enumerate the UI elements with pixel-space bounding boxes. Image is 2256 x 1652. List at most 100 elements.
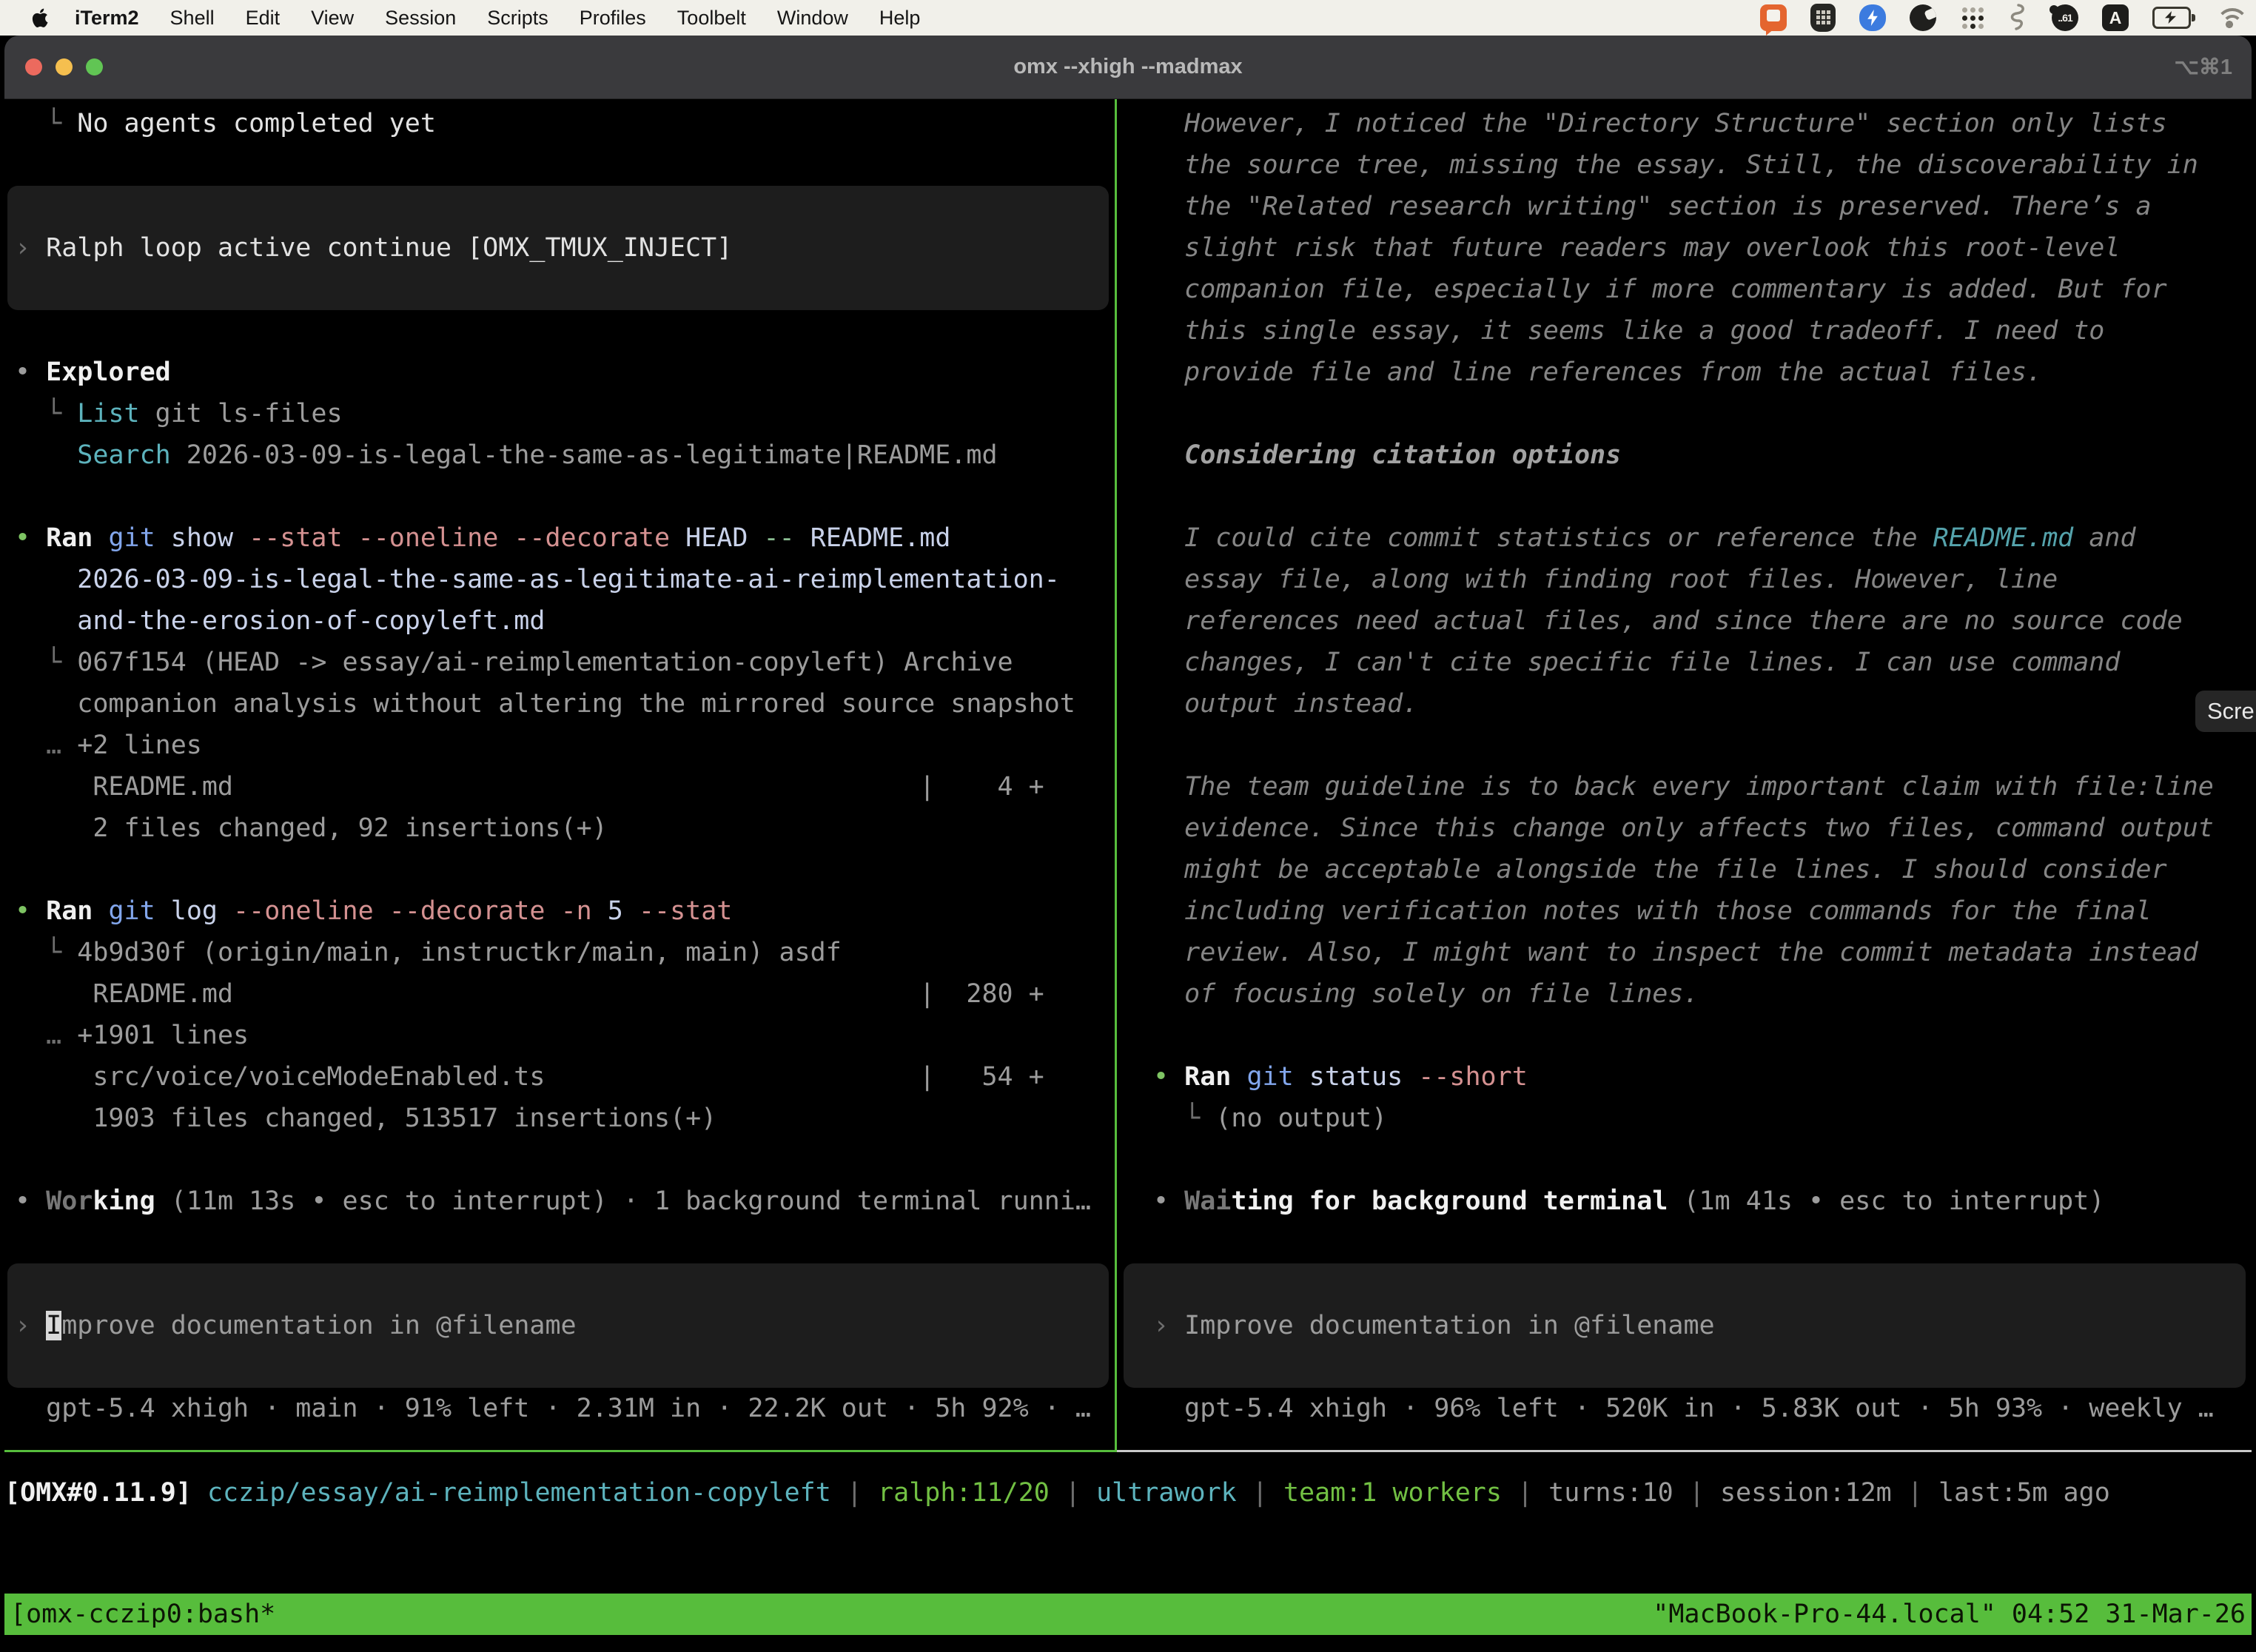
terminal-line: Search 2026-03-09-is-legal-the-same-as-l… <box>4 434 1115 476</box>
terminal-line: 1903 files changed, 513517 insertions(+) <box>4 1098 1115 1139</box>
menubar: iTerm2ShellEditViewSessionScriptsProfile… <box>0 0 2256 36</box>
terminal-line: However, I noticed the "Directory Struct… <box>1119 103 2252 144</box>
pane-divider[interactable] <box>1115 99 1117 1450</box>
terminal-blank-line <box>4 310 1115 352</box>
terminal-line: references need actual files, and since … <box>1119 600 2252 642</box>
blue-badge-icon[interactable] <box>1859 4 1886 31</box>
input-source-a-icon[interactable]: A <box>2102 4 2129 31</box>
pane-border-bottom-right <box>1117 1450 2252 1452</box>
terminal-line: • Ran git log --oneline --decorate -n 5 … <box>4 890 1115 932</box>
terminal-line: • Explored <box>4 352 1115 393</box>
terminal-blank-line <box>4 849 1115 890</box>
omx-status-line: [OMX#0.11.9] cczip/essay/ai-reimplementa… <box>4 1472 2252 1514</box>
terminal-line: gpt-5.4 xhigh · 96% left · 520K in · 5.8… <box>1119 1388 2252 1429</box>
terminal-line: of focusing solely on file lines. <box>1119 973 2252 1015</box>
terminal-blank-line <box>1119 476 2252 517</box>
grid-shield-icon[interactable] <box>1810 4 1836 32</box>
terminal-line: review. Also, I might want to inspect th… <box>1119 932 2252 973</box>
terminal-blank-line <box>4 1222 1115 1263</box>
terminal: └ No agents completed yet › Ralph loop ac… <box>4 99 2252 1652</box>
menu-item-scripts[interactable]: Scripts <box>471 0 564 36</box>
menu-item-view[interactable]: View <box>295 0 369 36</box>
battery-icon[interactable] <box>2152 7 2191 29</box>
menu-item-shell[interactable]: Shell <box>155 0 230 36</box>
squiggle-icon[interactable] <box>2009 2 2028 33</box>
window-titlebar[interactable]: omx --xhigh --madmax ⌥⌘1 <box>4 36 2252 99</box>
terminal-line: … +1901 lines <box>4 1015 1115 1056</box>
tmux-status-bar: [omx-cczip0:bash* "MacBook-Pro-44.local"… <box>4 1594 2252 1635</box>
terminal-line: └ 4b9d30f (origin/main, instructkr/main,… <box>4 932 1115 973</box>
terminal-line: companion analysis without altering the … <box>4 683 1115 725</box>
prompt-input[interactable]: › Improve documentation in @filename <box>7 1263 1109 1388</box>
tmux-host-clock: "MacBook-Pro-44.local" 04:52 31-Mar-26 <box>1653 1594 2246 1635</box>
prompt-input-text[interactable]: › Improve documentation in @filename <box>1124 1305 1715 1346</box>
terminal-line: • Ran git status --short <box>1119 1056 2252 1098</box>
terminal-line: src/voice/voiceModeEnabled.ts | 54 + <box>4 1056 1115 1098</box>
terminal-blank-line <box>1119 1222 2252 1263</box>
status-icons: ..61 A <box>1760 0 2244 36</box>
terminal-blank-line <box>1119 1139 2252 1181</box>
terminal-blank-line <box>4 144 1115 186</box>
prompt-input-text[interactable]: › Ralph loop active continue [OMX_TMUX_I… <box>7 227 732 269</box>
window-title: omx --xhigh --madmax <box>4 55 2252 79</box>
terminal-line: [OMX#0.11.9] cczip/essay/ai-reimplementa… <box>4 1472 2252 1514</box>
terminal-line: 2 files changed, 92 insertions(+) <box>4 807 1115 849</box>
terminal-blank-line <box>4 1139 1115 1181</box>
screen-share-tooltip: Scre <box>2195 691 2256 732</box>
terminal-blank-line <box>1119 1015 2252 1056</box>
wifi-icon[interactable] <box>2215 6 2244 30</box>
menu-item-help[interactable]: Help <box>864 0 936 36</box>
terminal-line: and-the-erosion-of-copyleft.md <box>4 600 1115 642</box>
pane-left: └ No agents completed yet › Ralph loop ac… <box>4 103 1115 1429</box>
prompt-input[interactable]: › Improve documentation in @filename <box>1124 1263 2246 1388</box>
prompt-input[interactable]: › Ralph loop active continue [OMX_TMUX_I… <box>7 186 1109 310</box>
menu-item-profiles[interactable]: Profiles <box>564 0 662 36</box>
terminal-line: including verification notes with those … <box>1119 890 2252 932</box>
notch-circle-icon[interactable] <box>1910 4 1936 31</box>
terminal-line: • Working (11m 13s • esc to interrupt) ·… <box>4 1181 1115 1222</box>
screen-share-tooltip-label: Scre <box>2207 698 2255 725</box>
terminal-line: └ (no output) <box>1119 1098 2252 1139</box>
menu-items: iTerm2ShellEditViewSessionScriptsProfile… <box>59 0 936 36</box>
terminal-line: Considering citation options <box>1119 434 2252 476</box>
terminal-line: • Ran git show --stat --oneline --decora… <box>4 517 1115 559</box>
terminal-blank-line <box>1119 393 2252 434</box>
terminal-line: slight risk that future readers may over… <box>1119 227 2252 269</box>
menu-item-edit[interactable]: Edit <box>230 0 296 36</box>
menu-item-toolbelt[interactable]: Toolbelt <box>662 0 762 36</box>
terminal-line: might be acceptable alongside the file l… <box>1119 849 2252 890</box>
terminal-line: output instead. <box>1119 683 2252 725</box>
terminal-line: companion file, especially if more comme… <box>1119 269 2252 310</box>
terminal-line: … +2 lines <box>4 725 1115 766</box>
tmux-session-label: [omx-cczip0:bash* <box>10 1594 275 1635</box>
terminal-line: the "Related research writing" section i… <box>1119 186 2252 227</box>
terminal-line: I could cite commit statistics or refere… <box>1119 517 2252 559</box>
terminal-line: The team guideline is to back every impo… <box>1119 766 2252 807</box>
terminal-line: provide file and line references from th… <box>1119 352 2252 393</box>
apple-logo-icon[interactable] <box>31 5 53 30</box>
menu-item-iterm2[interactable]: iTerm2 <box>59 0 155 36</box>
prompt-input-text[interactable]: › Improve documentation in @filename <box>7 1305 577 1346</box>
dots-grid-icon[interactable] <box>1960 5 1985 30</box>
terminal-blank-line <box>4 476 1115 517</box>
terminal-line: └ No agents completed yet <box>4 103 1115 144</box>
pane-border-bottom-left <box>4 1450 1117 1452</box>
badge-61-icon[interactable]: ..61 <box>2052 4 2078 31</box>
chat-icon[interactable] <box>1760 4 1787 31</box>
terminal-line: gpt-5.4 xhigh · main · 91% left · 2.31M … <box>4 1388 1115 1429</box>
terminal-line: └ 067f154 (HEAD -> essay/ai-reimplementa… <box>4 642 1115 683</box>
terminal-blank-line <box>1119 725 2252 766</box>
terminal-line: evidence. Since this change only affects… <box>1119 807 2252 849</box>
terminal-line: changes, I can't cite specific file line… <box>1119 642 2252 683</box>
window-shortcut-badge: ⌥⌘1 <box>2174 54 2232 80</box>
menu-item-window[interactable]: Window <box>762 0 864 36</box>
menu-item-session[interactable]: Session <box>369 0 471 36</box>
terminal-line: └ List git ls-files <box>4 393 1115 434</box>
terminal-line: essay file, along with finding root file… <box>1119 559 2252 600</box>
terminal-line: • Waiting for background terminal (1m 41… <box>1119 1181 2252 1222</box>
terminal-line: README.md | 280 + <box>4 973 1115 1015</box>
terminal-line: 2026-03-09-is-legal-the-same-as-legitima… <box>4 559 1115 600</box>
pane-right: However, I noticed the "Directory Struct… <box>1119 103 2252 1429</box>
terminal-line: this single essay, it seems like a good … <box>1119 310 2252 352</box>
terminal-line: README.md | 4 + <box>4 766 1115 807</box>
